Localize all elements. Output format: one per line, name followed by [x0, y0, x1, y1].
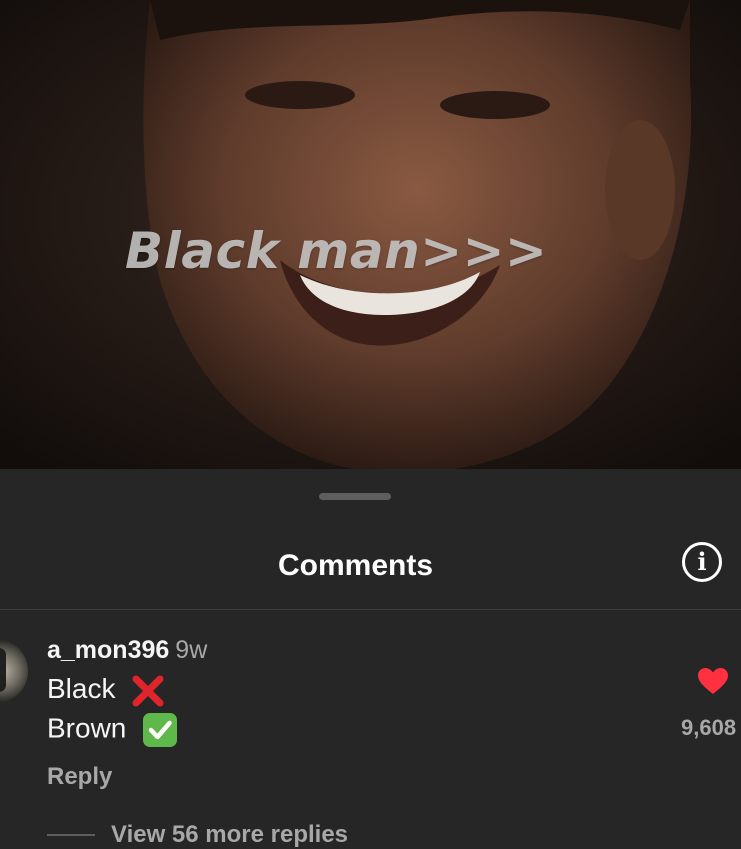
- comment-username[interactable]: a_mon396: [47, 636, 169, 664]
- view-replies-label: View 56 more replies: [111, 821, 349, 848]
- sheet-grabber-handle[interactable]: [319, 493, 391, 500]
- info-button[interactable]: i: [682, 542, 722, 582]
- comment-line-text: Black: [47, 673, 116, 704]
- comment-timestamp: 9w: [175, 636, 208, 664]
- comments-sheet: Comments i a_mon396 9w Black Brown Reply …: [0, 469, 741, 848]
- comment-line-2: Brown: [47, 712, 178, 748]
- info-icon: i: [697, 547, 707, 576]
- comment-line-text: Brown: [47, 712, 127, 744]
- comment-line-1: Black: [47, 673, 165, 708]
- video-player[interactable]: Black man>>>: [0, 0, 741, 469]
- check-mark-button-icon: [143, 713, 178, 747]
- video-caption-overlay: Black man>>>: [125, 222, 548, 280]
- view-replies-button[interactable]: View 56 more replies: [47, 821, 348, 849]
- like-count: 9,608: [681, 715, 737, 740]
- reply-button[interactable]: Reply: [47, 763, 112, 791]
- sheet-title: Comments: [277, 549, 434, 582]
- cross-mark-icon: [132, 675, 164, 707]
- replies-rule: [47, 834, 95, 836]
- comment-header: a_mon396 9w: [47, 636, 207, 665]
- avatar[interactable]: [0, 640, 28, 702]
- header-divider: [0, 609, 741, 610]
- heart-icon[interactable]: [697, 667, 729, 695]
